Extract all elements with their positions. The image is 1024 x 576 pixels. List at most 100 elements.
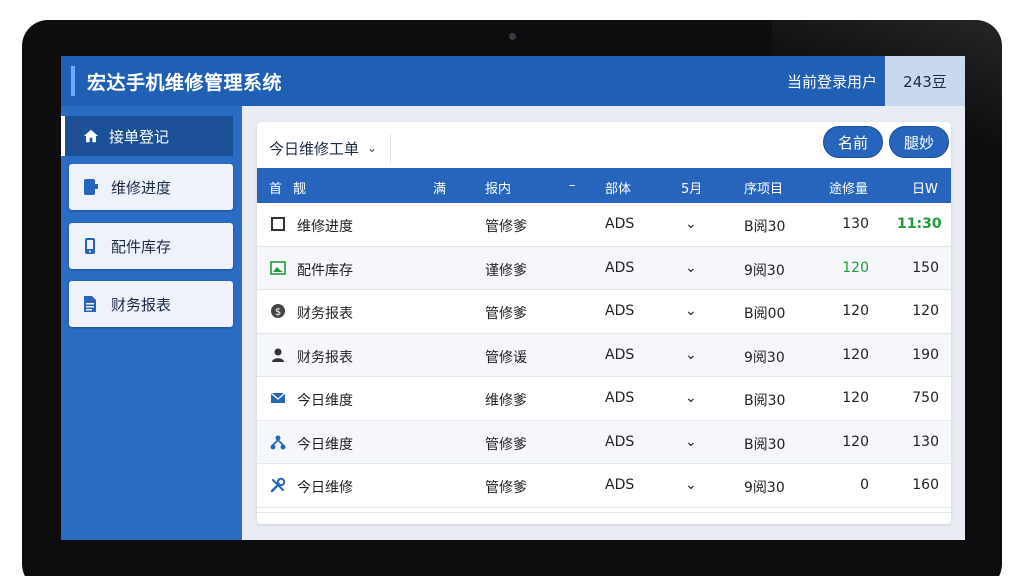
row-name: 维修进度	[297, 219, 353, 235]
row-cell: ⌄	[685, 259, 697, 276]
row-cell: B阅00	[744, 306, 786, 322]
row-cell: 管修爹	[485, 219, 527, 235]
column-header[interactable]: 途修量	[829, 178, 868, 197]
row-cell: 130	[912, 433, 939, 450]
column-header[interactable]: 日W	[912, 178, 938, 197]
column-header[interactable]: 5月	[681, 178, 702, 197]
row-cell: 11:30	[897, 216, 942, 232]
toolbar-divider	[390, 134, 391, 164]
square-icon	[269, 215, 287, 233]
user-icon	[269, 346, 287, 364]
row-cell: ADS	[605, 477, 635, 493]
work-order-panel: 今日维修工单 ⌄ 名前 腿妙 首 靓 满 报内 – 部体 5月 序项目 途修量 …	[257, 122, 951, 524]
sidebar-item-label: 财务报表	[111, 295, 172, 314]
row-cell: 9阅30	[744, 480, 785, 496]
row-name: 今日维度	[297, 436, 353, 453]
row-cell: 190	[912, 346, 939, 363]
webcam-dot	[509, 33, 516, 40]
table-row[interactable]: 维修进度 管修爹 ADS ⌄ B阅30 130 11:30	[257, 203, 951, 247]
sidebar-item-label: 配件库存	[111, 237, 172, 256]
row-cell: ⌄	[685, 390, 697, 406]
row-cell: 9阅30	[744, 262, 785, 279]
document-icon	[83, 295, 99, 313]
row-cell: ADS	[605, 346, 635, 363]
mobile-icon	[83, 237, 99, 255]
table-row[interactable]: 今日维修 管修爹 ADS ⌄ 9阅30 0 160	[257, 464, 951, 508]
row-cell: 9阅30	[744, 349, 785, 366]
app-screen: 宏达手机维修管理系统 当前登录用户 243豆 接单登记 维修进度 配件库存 财务…	[61, 56, 965, 540]
row-name: 财务报表	[297, 349, 353, 366]
row-cell: 管修爹	[485, 480, 527, 496]
row-cell: ⌄	[685, 433, 697, 450]
row-cell: 150	[912, 259, 939, 276]
image-icon	[269, 259, 287, 277]
row-cell: ADS	[605, 390, 635, 406]
phone-icon	[83, 178, 99, 196]
table-row[interactable]: 财务报表 管修谖 ADS ⌄ 9阅30 120 190	[257, 333, 951, 377]
row-cell: ADS	[605, 216, 635, 232]
column-header[interactable]: 满	[433, 178, 446, 197]
coin-icon: $	[269, 302, 287, 320]
sidebar-item-intake[interactable]: 接单登记	[61, 116, 233, 156]
sidebar-item-label: 接单登记	[109, 127, 170, 146]
current-user-label: 当前登录用户	[786, 73, 877, 91]
sidebar-item-repair-progress[interactable]: 维修进度	[69, 164, 233, 210]
mail-icon	[269, 389, 287, 407]
column-header[interactable]: –	[569, 178, 576, 193]
row-cell: ADS	[605, 433, 635, 450]
sidebar-item-parts-inventory[interactable]: 配件库存	[69, 223, 233, 269]
row-cell: 0	[860, 477, 869, 493]
home-icon	[83, 127, 99, 145]
toolbar-button-1[interactable]: 名前	[823, 126, 883, 158]
row-cell: B阅30	[744, 219, 786, 235]
row-cell: 120	[912, 303, 939, 319]
table-row[interactable]: 今日维度 管修爹 ADS ⌄ B阅30 120 130	[257, 420, 951, 464]
table-row-partial	[257, 512, 951, 524]
row-cell: ⌄	[685, 216, 697, 232]
dropdown-value: 今日维修工单	[269, 139, 360, 158]
row-name: 今日维修	[297, 480, 353, 496]
sidebar: 接单登记 维修进度 配件库存 财务报表	[61, 106, 242, 540]
row-cell: B阅30	[744, 393, 786, 409]
chevron-down-icon: ⌄	[367, 141, 378, 155]
svg-text:$: $	[275, 307, 281, 318]
app-header: 宏达手机维修管理系统 当前登录用户 243豆	[61, 56, 965, 106]
network-icon	[269, 433, 287, 451]
row-cell: 120	[842, 433, 869, 450]
row-cell: 750	[912, 390, 939, 406]
column-header[interactable]: 报内	[485, 178, 511, 197]
row-cell: 谨修爹	[485, 262, 527, 279]
row-cell: 120	[842, 303, 869, 319]
row-cell: 120	[842, 390, 869, 406]
row-cell: 120	[842, 346, 869, 363]
row-cell: 130	[842, 216, 869, 232]
row-name: 财务报表	[297, 306, 353, 322]
app-title: 宏达手机维修管理系统	[87, 72, 283, 94]
row-cell: ADS	[605, 259, 635, 276]
column-header[interactable]: 首	[269, 178, 282, 197]
column-header[interactable]: 部体	[605, 178, 631, 197]
row-cell: B阅30	[744, 436, 786, 453]
table-row[interactable]: 今日维度 维修爹 ADS ⌄ B阅30 120 750	[257, 377, 951, 421]
row-cell: 管修谖	[485, 349, 527, 366]
current-user-value[interactable]: 243豆	[885, 56, 965, 106]
sidebar-item-label: 维修进度	[111, 178, 172, 197]
table-header: 首 靓 满 报内 – 部体 5月 序项目 途修量 日W	[257, 168, 951, 203]
column-header[interactable]: 靓	[293, 178, 306, 197]
row-cell: ADS	[605, 303, 635, 319]
table-row[interactable]: $ 财务报表 管修爹 ADS ⌄ B阅00 120 120	[257, 290, 951, 334]
row-cell: 160	[912, 477, 939, 493]
row-cell: 管修爹	[485, 306, 527, 322]
column-header[interactable]: 序项目	[744, 178, 783, 197]
table-row[interactable]: 配件库存 谨修爹 ADS ⌄ 9阅30 120 150	[257, 246, 951, 290]
row-name: 配件库存	[297, 262, 353, 279]
tools-icon	[269, 476, 287, 494]
row-cell: 120	[842, 259, 869, 276]
row-cell: 维修爹	[485, 393, 527, 409]
work-order-dropdown[interactable]: 今日维修工单 ⌄	[269, 136, 377, 160]
toolbar-button-2[interactable]: 腿妙	[889, 126, 949, 158]
header-accent-bar	[71, 66, 75, 96]
row-cell: ⌄	[685, 346, 697, 363]
sidebar-item-finance-report[interactable]: 财务报表	[69, 281, 233, 327]
row-name: 今日维度	[297, 393, 353, 409]
